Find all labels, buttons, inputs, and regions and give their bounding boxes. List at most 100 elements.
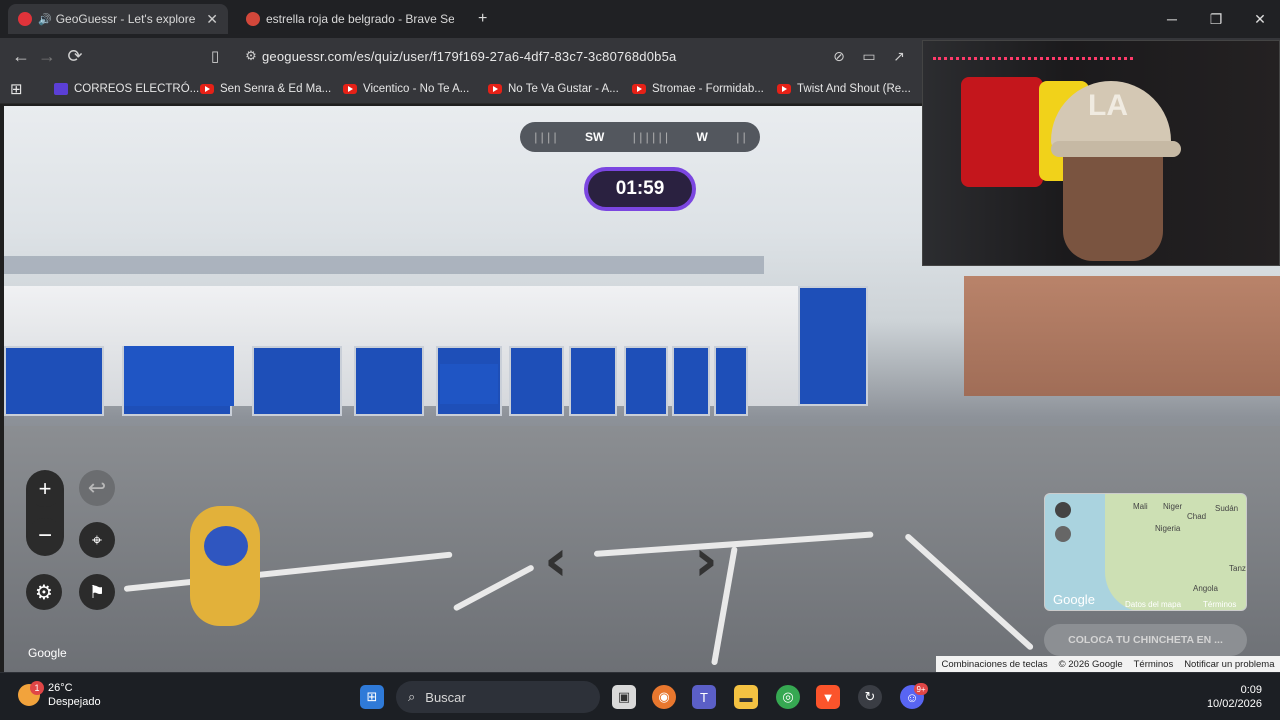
stadium-banner: [624, 346, 668, 416]
bollard: [190, 506, 260, 626]
windows-taskbar: 26°C Despejado 1 ⊞ ⌕ Buscar ▣ ◉ T ▬ ◎ ▼ …: [0, 672, 1280, 720]
apps-grid-icon[interactable]: ⊞: [10, 80, 23, 98]
app-icon[interactable]: ↻: [858, 685, 882, 709]
map-label: Nigeria: [1155, 524, 1181, 533]
close-window-icon[interactable]: ✕: [1238, 0, 1280, 38]
file-explorer-icon[interactable]: ▬: [734, 685, 758, 709]
bookmark-item[interactable]: Sen Senra & Ed Ma...: [200, 80, 331, 98]
map-label: Niger: [1163, 502, 1183, 511]
settings-gear-icon[interactable]: ⚙: [26, 574, 62, 610]
bookmark-icon[interactable]: ▯: [202, 44, 228, 68]
new-tab-button[interactable]: +: [468, 4, 498, 34]
restore-icon[interactable]: ❐: [1194, 0, 1238, 38]
terms-link[interactable]: Términos: [1134, 659, 1174, 670]
youtube-icon: [777, 84, 791, 94]
stadium-banner: [714, 346, 748, 416]
youtube-icon: [343, 84, 357, 94]
discord-badge: 9+: [914, 683, 928, 695]
cap-logo: LA: [1088, 89, 1128, 122]
bookmark-item[interactable]: Vicentico - No Te A...: [343, 80, 469, 98]
map-expand-icon[interactable]: [1055, 502, 1071, 518]
map-attribution[interactable]: Datos del mapa: [1125, 600, 1181, 609]
site-info-icon[interactable]: ⚙: [238, 44, 264, 68]
report-problem-link[interactable]: Notificar un problema: [1184, 659, 1274, 670]
brave-icon[interactable]: ▼: [816, 685, 840, 709]
compass-sw: SW: [585, 130, 605, 144]
map-terms-link[interactable]: Términos: [1203, 600, 1236, 609]
chrome-icon[interactable]: ◎: [776, 685, 800, 709]
no-translate-icon[interactable]: ⊘: [826, 44, 852, 68]
compass: | | | | SW | | | | | | W | |: [520, 122, 760, 152]
clock-date: 10/02/2026: [1206, 698, 1262, 710]
stadium-banner: [124, 346, 234, 406]
stadium-banner: [252, 346, 342, 416]
youtube-icon: [200, 84, 214, 94]
stadium-roof: [4, 256, 764, 274]
webcam-overlay: LA: [922, 40, 1280, 266]
keyboard-shortcuts-link[interactable]: Combinaciones de teclas: [941, 659, 1047, 670]
forward-icon[interactable]: →: [34, 44, 60, 68]
close-tab-icon[interactable]: ✕: [198, 11, 218, 28]
copyright-text: © 2026 Google: [1058, 658, 1123, 670]
browser-tab-strip: 🔊 GeoGuessr - Let's explore the ✕ estrel…: [0, 0, 1280, 38]
flag-icon[interactable]: ⚑: [79, 574, 115, 610]
round-timer: 01:59: [584, 167, 696, 211]
youtube-icon: [488, 84, 502, 94]
weather-temp: 26°C: [48, 682, 73, 694]
zoom-controls: + −: [26, 470, 64, 556]
maps-footer: Combinaciones de teclas © 2026 Google Té…: [936, 656, 1280, 672]
system-clock[interactable]: 0:09 10/02/2026: [1207, 683, 1262, 711]
zoom-out-button[interactable]: −: [27, 518, 63, 554]
taskbar-search[interactable]: ⌕ Buscar: [396, 681, 600, 713]
task-view-icon[interactable]: ▣: [612, 685, 636, 709]
map-label: Tanz: [1229, 564, 1246, 573]
back-icon[interactable]: ←: [8, 44, 34, 68]
weather-desc: Despejado: [48, 696, 101, 708]
stadium-banner: [440, 364, 498, 404]
stadium-banner: [569, 346, 617, 416]
reload-icon[interactable]: ⟳: [62, 44, 88, 68]
guess-minimap[interactable]: Mali Niger Chad Sudán Nigeria Angola Tan…: [1044, 493, 1247, 611]
stadium-banner: [672, 346, 710, 416]
teams-icon[interactable]: T: [692, 685, 716, 709]
map-google-logo: Google: [1053, 592, 1095, 607]
cast-icon[interactable]: ▭: [856, 44, 882, 68]
tab-brave-search[interactable]: estrella roja de belgrado - Brave Sear: [236, 4, 464, 34]
address-bar[interactable]: geoguessr.com/es/quiz/user/f179f169-27a6…: [262, 42, 922, 70]
bookmark-item[interactable]: Twist And Shout (Re...: [777, 80, 911, 98]
mail-icon: [54, 83, 68, 95]
bookmark-item[interactable]: No Te Va Gustar - A...: [488, 80, 619, 98]
tab-title: GeoGuessr - Let's explore the: [55, 12, 199, 26]
stadium-banner: [4, 346, 104, 416]
search-placeholder: Buscar: [425, 689, 466, 705]
stadium-banner: [354, 346, 424, 416]
bookmark-item[interactable]: Stromae - Formidab...: [632, 80, 764, 98]
firefox-icon[interactable]: ◉: [652, 685, 676, 709]
move-right-arrow-icon[interactable]: ›: [694, 526, 718, 594]
map-label: Mali: [1133, 502, 1148, 511]
tab-title: estrella roja de belgrado - Brave Sear: [266, 12, 454, 26]
geoguessr-favicon-icon: [18, 12, 32, 26]
tab-geoguessr[interactable]: 🔊 GeoGuessr - Let's explore the ✕: [8, 4, 228, 34]
speaker-icon[interactable]: 🔊: [38, 13, 52, 26]
minimize-icon[interactable]: ─: [1150, 0, 1194, 38]
clock-time: 0:09: [1240, 684, 1262, 696]
map-label: Sudán: [1215, 504, 1239, 513]
compass-w: W: [696, 130, 708, 144]
return-to-start-icon[interactable]: ⌖: [79, 522, 115, 558]
move-left-arrow-icon[interactable]: ‹: [544, 526, 568, 594]
zoom-in-button[interactable]: +: [27, 471, 63, 507]
bookmark-item[interactable]: CORREOS ELECTRÓ...: [54, 80, 199, 98]
google-watermark: Google: [28, 646, 67, 660]
undo-button[interactable]: ↩: [79, 470, 115, 506]
map-label: Angola: [1193, 584, 1218, 593]
stadium-banner: [509, 346, 564, 416]
brave-favicon-icon: [246, 12, 260, 26]
map-pin-toggle-icon[interactable]: [1055, 526, 1071, 542]
windows-start-icon[interactable]: ⊞: [360, 685, 384, 709]
search-icon: ⌕: [408, 689, 416, 704]
share-icon[interactable]: ↗: [886, 44, 912, 68]
map-label: Chad: [1187, 512, 1207, 521]
place-pin-button[interactable]: COLOCA TU CHINCHETA EN ...: [1044, 624, 1247, 656]
cap-brim: [1051, 141, 1181, 157]
